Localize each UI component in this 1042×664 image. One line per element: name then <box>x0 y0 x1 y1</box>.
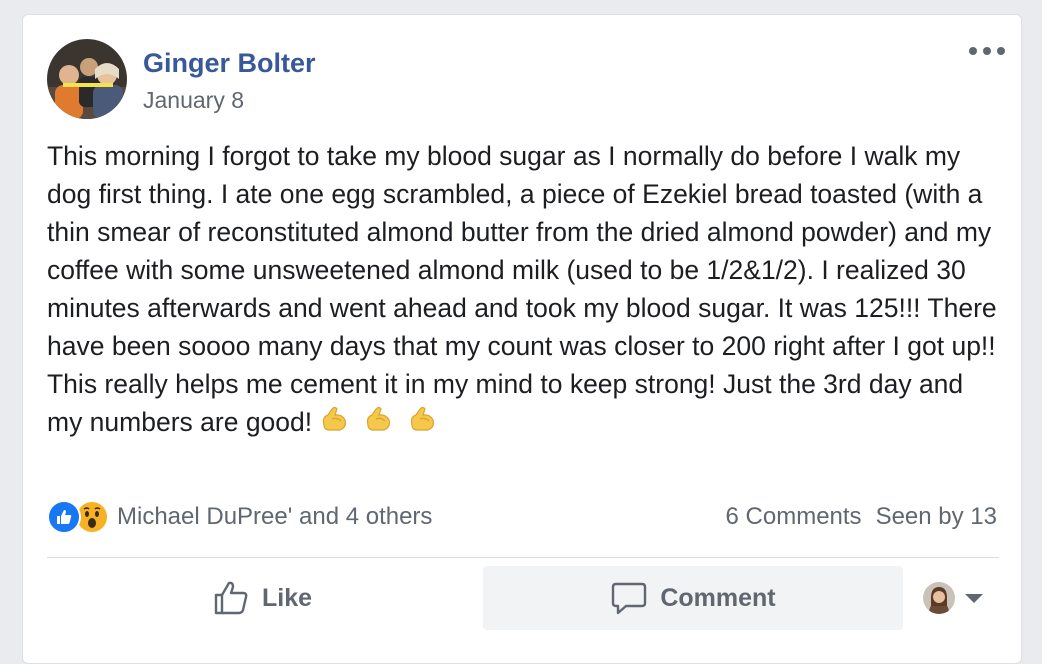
action-bar: Like Comment <box>47 566 999 630</box>
more-options-icon[interactable] <box>969 41 1005 61</box>
post-stats: 6 Comments Seen by 13 <box>726 503 997 531</box>
flexed-biceps-emojis <box>318 403 438 435</box>
dot <box>983 47 991 55</box>
thumbs-up-icon <box>214 581 248 615</box>
author-name[interactable]: Ginger Bolter <box>143 47 316 79</box>
flexed-biceps-icon <box>323 406 347 431</box>
comments-count[interactable]: 6 Comments <box>726 503 862 531</box>
seen-by-count[interactable]: Seen by 13 <box>876 503 997 531</box>
flexed-biceps-icon <box>367 406 391 431</box>
user-avatar <box>923 582 955 614</box>
author-avatar[interactable] <box>47 39 127 119</box>
divider <box>47 557 999 558</box>
post-date[interactable]: January 8 <box>143 86 244 114</box>
comment-as-selector[interactable] <box>923 582 983 614</box>
post-card: Ginger Bolter January 8 This morning I f… <box>22 14 1022 664</box>
like-icon <box>47 500 81 534</box>
reactions-summary[interactable]: Michael DuPree' and 4 others <box>47 499 432 535</box>
like-button[interactable]: Like <box>47 566 477 630</box>
reactors-text[interactable]: Michael DuPree' and 4 others <box>117 503 432 531</box>
comment-label: Comment <box>660 583 776 612</box>
chevron-down-icon <box>965 593 983 603</box>
like-label: Like <box>261 583 313 612</box>
dot <box>997 47 1005 55</box>
comment-icon <box>612 582 647 615</box>
post-body: This morning I forgot to take my blood s… <box>47 137 997 441</box>
flexed-biceps-icon <box>411 406 435 431</box>
comment-button[interactable]: Comment <box>483 566 903 630</box>
dot <box>969 47 977 55</box>
post-text: This morning I forgot to take my blood s… <box>47 141 997 437</box>
